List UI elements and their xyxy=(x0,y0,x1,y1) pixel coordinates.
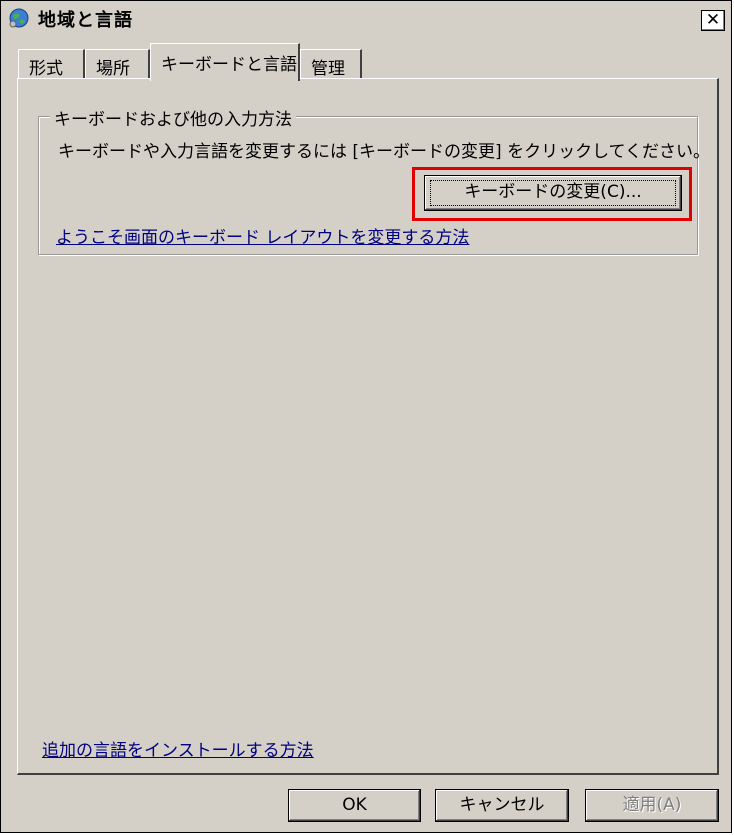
globe-icon xyxy=(9,8,29,28)
region-language-dialog: 地域と言語 ✕ 形式 場所 キーボードと言語 管理 キーボードおよび他の入力方法… xyxy=(0,0,732,833)
tab-keyboards-languages-label: キーボードと言語 xyxy=(161,55,297,75)
window-title: 地域と言語 xyxy=(38,10,133,31)
ok-button[interactable]: OK xyxy=(288,789,421,822)
tab-panel: キーボードおよび他の入力方法 キーボードや入力言語を変更するには [キーボードの… xyxy=(17,78,719,775)
group-title: キーボードおよび他の入力方法 xyxy=(50,105,296,130)
cancel-button[interactable]: キャンセル xyxy=(435,789,569,822)
tab-location[interactable]: 場所 xyxy=(85,49,150,80)
change-keyboards-button[interactable]: キーボードの変更(C)... xyxy=(424,175,682,211)
focus-rectangle xyxy=(430,180,676,206)
close-button[interactable]: ✕ xyxy=(701,10,725,31)
apply-label: 適用(A) xyxy=(622,795,682,815)
tab-strip: 形式 場所 キーボードと言語 管理 xyxy=(1,41,733,81)
tab-format-label: 形式 xyxy=(29,59,63,79)
tab-keyboards-languages[interactable]: キーボードと言語 xyxy=(150,43,300,81)
tab-location-label: 場所 xyxy=(96,59,130,79)
tab-format[interactable]: 形式 xyxy=(18,49,85,80)
cancel-label: キャンセル xyxy=(459,795,545,815)
install-languages-link[interactable]: 追加の言語をインストールする方法 xyxy=(42,736,314,761)
title-bar: 地域と言語 ✕ xyxy=(2,2,730,34)
tab-administrative[interactable]: 管理 xyxy=(300,49,362,80)
welcome-screen-layout-link[interactable]: ようこそ画面のキーボード レイアウトを変更する方法 xyxy=(56,223,469,248)
ok-label: OK xyxy=(342,795,367,815)
apply-button[interactable]: 適用(A) xyxy=(585,789,719,822)
group-description: キーボードや入力言語を変更するには [キーボードの変更] をクリックしてください… xyxy=(58,142,711,162)
close-icon: ✕ xyxy=(705,10,721,30)
tab-administrative-label: 管理 xyxy=(311,59,345,79)
dialog-button-bar: OK キャンセル 適用(A) xyxy=(1,779,733,829)
